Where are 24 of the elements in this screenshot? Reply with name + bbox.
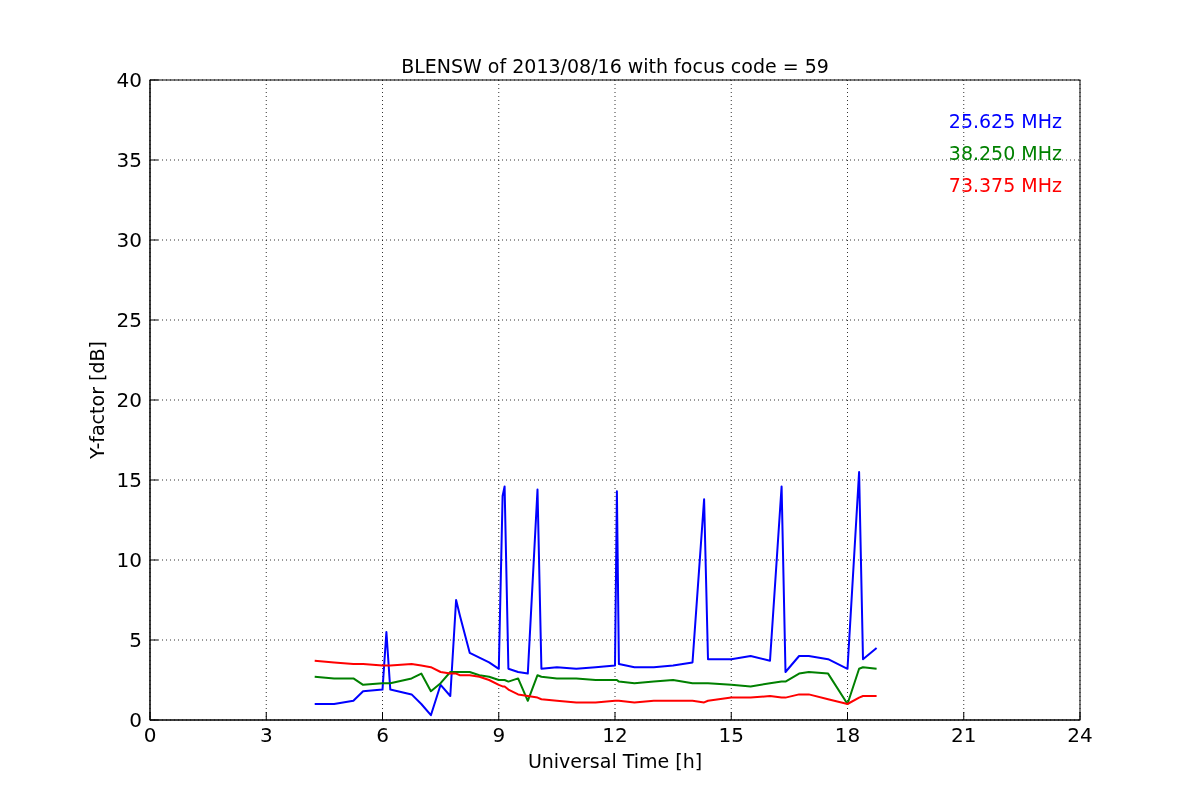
x-tick-label: 15 [718, 723, 744, 747]
y-tick-label: 25 [116, 308, 142, 332]
x-tick-label: 0 [143, 723, 157, 747]
x-tick-label: 24 [1067, 723, 1093, 747]
y-tick-label: 30 [116, 228, 142, 252]
y-tick-label: 15 [116, 468, 142, 492]
y-axis-label: Y-factor [dB] [86, 341, 108, 459]
x-tick-label: 6 [376, 723, 389, 747]
y-tick-label: 20 [116, 388, 142, 412]
y-tick-label: 40 [116, 68, 142, 92]
y-tick-label: 10 [116, 548, 142, 572]
y-tick-label: 35 [116, 148, 142, 172]
y-tick-label: 0 [129, 708, 142, 732]
x-tick-label: 3 [259, 723, 273, 747]
x-tick-label: 9 [492, 723, 506, 747]
y-tick-label: 5 [129, 628, 142, 652]
x-tick-label: 18 [834, 723, 861, 747]
legend-label: 25.625 MHz [948, 110, 1062, 132]
x-tick-label: 12 [602, 723, 628, 747]
legend-label: 73.375 MHz [948, 174, 1062, 196]
chart-title: BLENSW of 2013/08/16 with focus code = 59 [401, 55, 829, 77]
x-axis-label: Universal Time [h] [527, 750, 703, 772]
x-tick-label: 21 [951, 723, 977, 747]
legend-label: 38.250 MHz [948, 142, 1062, 164]
